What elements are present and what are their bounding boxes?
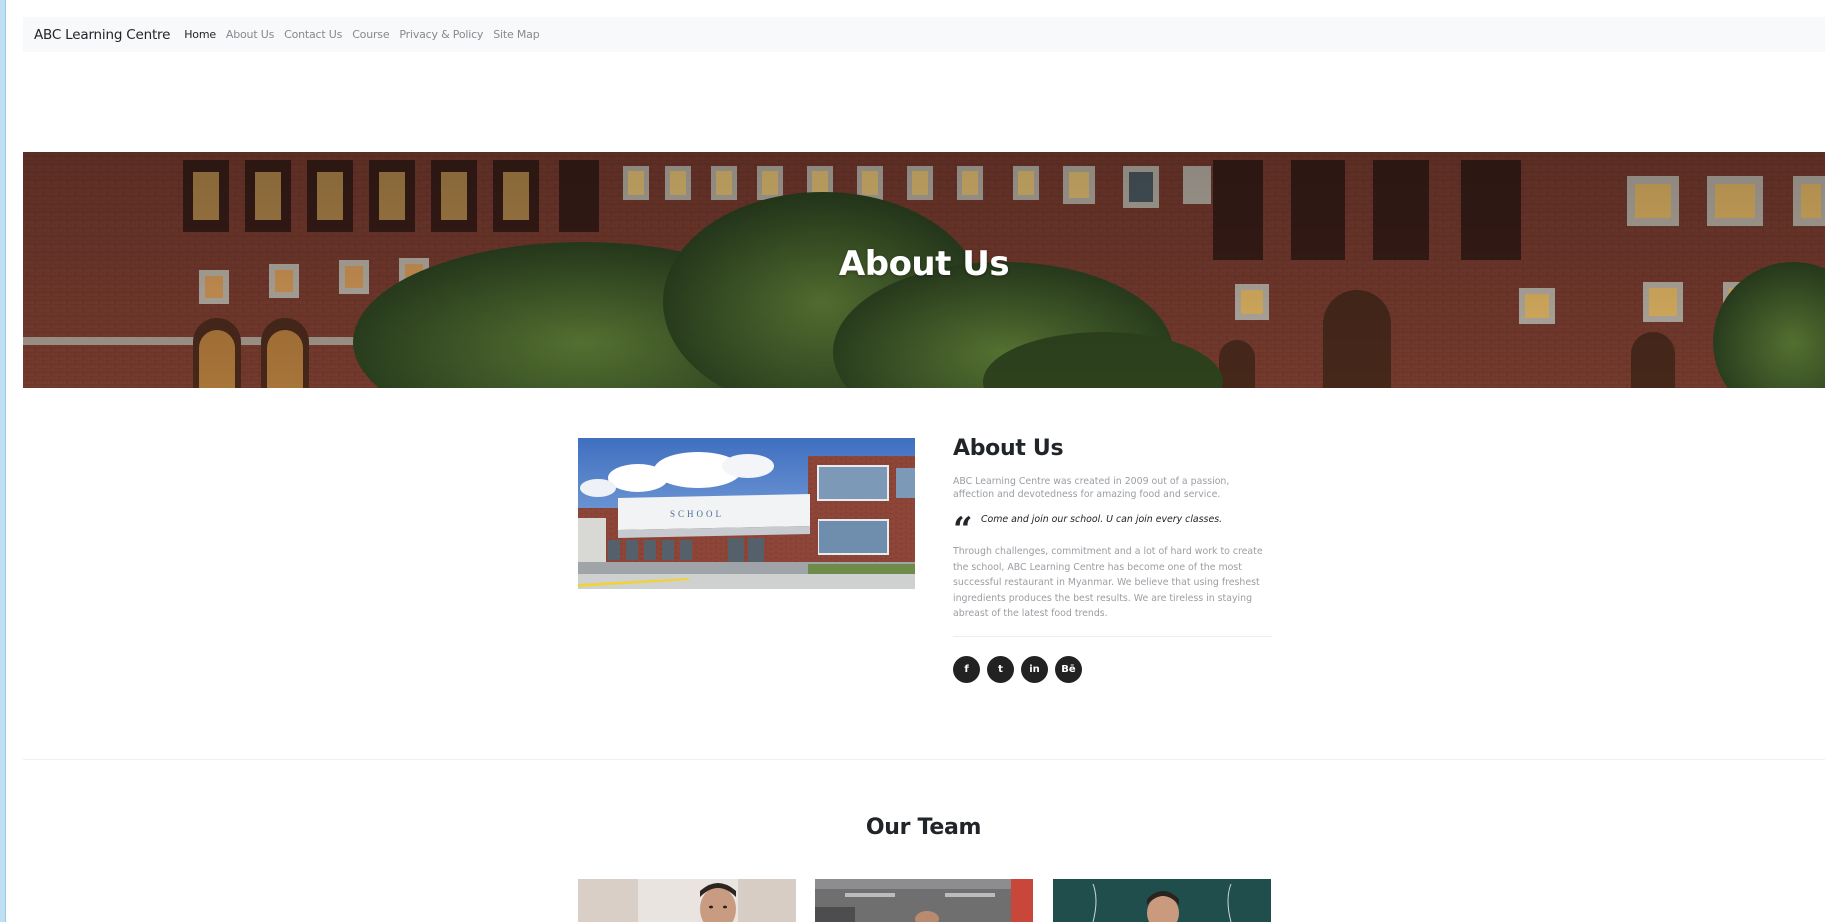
- team-member-photo: [578, 879, 796, 922]
- social-links: f t in Bē: [953, 655, 1272, 683]
- team-member-photo: [1053, 879, 1271, 922]
- nav-link-site-map[interactable]: Site Map: [493, 28, 539, 41]
- about-quote: “ Come and join our school. U can join e…: [953, 513, 1272, 547]
- hero-title: About Us: [838, 244, 1010, 284]
- section-divider: [23, 759, 1825, 760]
- about-section: About Us ABC Learning Centre was created…: [953, 436, 1272, 683]
- nav-link-contact-us[interactable]: Contact Us: [284, 28, 342, 41]
- nav-link-course[interactable]: Course: [352, 28, 389, 41]
- divider: [953, 635, 1272, 637]
- navbar: ABC Learning Centre Home About Us Contac…: [23, 17, 1825, 52]
- nav-link-privacy-policy[interactable]: Privacy & Policy: [399, 28, 483, 41]
- behance-icon[interactable]: Bē: [1055, 655, 1082, 683]
- team-member-photo: [815, 879, 1033, 922]
- brand-link[interactable]: ABC Learning Centre: [34, 27, 170, 43]
- twitter-icon[interactable]: t: [987, 655, 1014, 683]
- nav-link-home[interactable]: Home: [184, 28, 216, 41]
- quote-icon: “: [953, 510, 973, 550]
- facebook-icon[interactable]: f: [953, 655, 980, 683]
- quote-text: Come and join our school. U can join eve…: [981, 514, 1223, 525]
- window-edge: [0, 0, 6, 922]
- team-title: Our Team: [865, 815, 982, 840]
- about-heading: About Us: [953, 436, 1064, 461]
- about-body-text: Through challenges, commitment and a lot…: [953, 546, 1263, 620]
- school-building-image: SCHOOL: [578, 438, 915, 589]
- school-sign: SCHOOL: [670, 509, 724, 519]
- linkedin-icon[interactable]: in: [1021, 655, 1048, 683]
- about-intro-text: ABC Learning Centre was created in 2009 …: [953, 476, 1230, 500]
- nav-link-about-us[interactable]: About Us: [226, 28, 274, 41]
- hero-banner: About Us: [23, 152, 1825, 388]
